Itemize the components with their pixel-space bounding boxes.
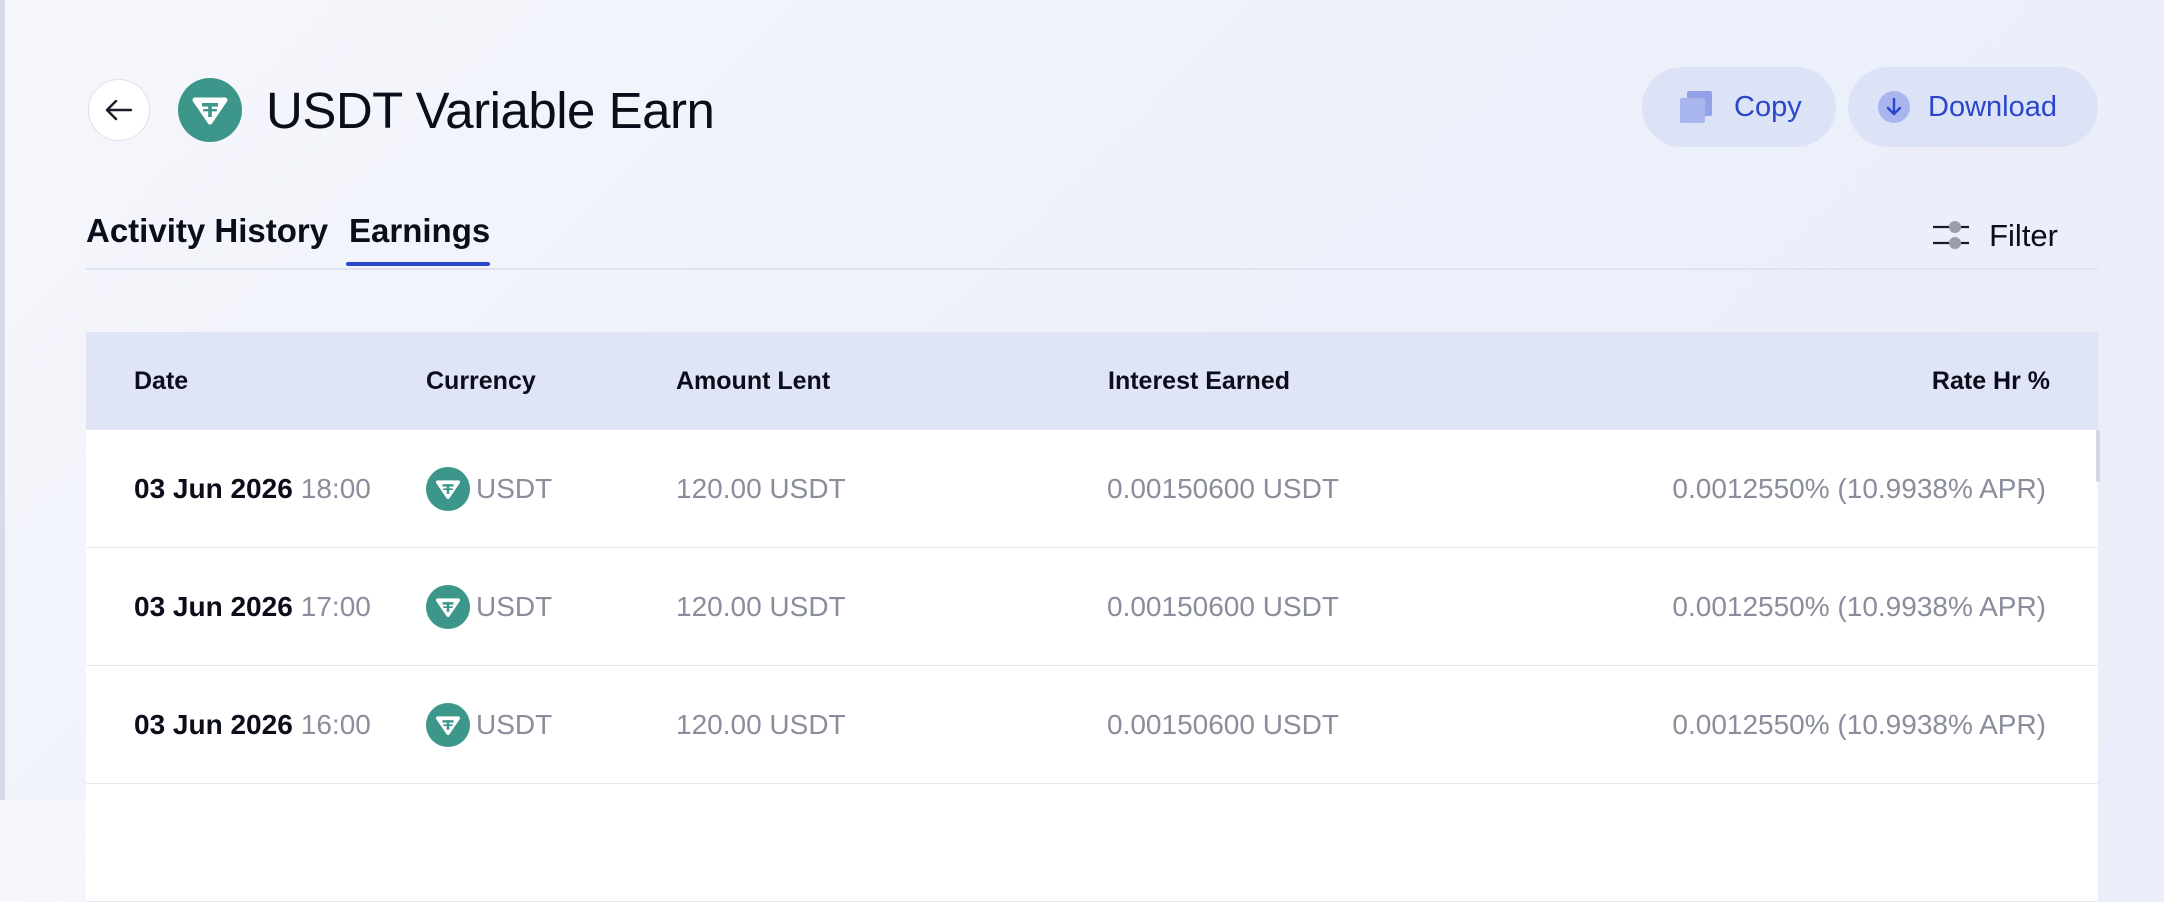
- table-row[interactable]: 03 Jun 2026 16:00 USDT 120.00 USDT 0.0015…: [86, 666, 2098, 784]
- page-header: USDT Variable Earn: [88, 76, 715, 144]
- copy-button[interactable]: Copy: [1642, 67, 1836, 147]
- interest-cell: 0.00150600 USDT: [1107, 590, 1339, 622]
- date-value: 03 Jun 2026: [134, 472, 293, 504]
- time-value: 18:00: [300, 472, 371, 504]
- interest-cell: 0.00150600 USDT: [1107, 472, 1339, 504]
- tab-bar: Activity History Earnings Filter: [86, 212, 2098, 270]
- interest-cell: 0.00150600 USDT: [1107, 708, 1339, 740]
- table-row[interactable]: 03 Jun 2026 17:00 USDT 120.00 USDT 0.0015…: [86, 548, 2098, 666]
- date-value: 03 Jun 2026: [134, 708, 293, 740]
- rate-cell: 0.0012550% (10.9938% APR): [1672, 472, 2046, 504]
- currency-value: USDT: [476, 590, 553, 622]
- copy-icon: [1680, 91, 1712, 123]
- tab-activity-history[interactable]: Activity History: [86, 212, 328, 250]
- date-cell: 03 Jun 2026 17:00: [134, 591, 371, 623]
- currency-cell: USDT: [426, 584, 553, 629]
- amount-cell: 120.00 USDT: [676, 708, 846, 740]
- filter-button[interactable]: Filter: [1931, 218, 2058, 254]
- page-title: USDT Variable Earn: [266, 81, 715, 139]
- date-value: 03 Jun 2026: [134, 590, 293, 622]
- sliders-icon: [1933, 221, 1970, 249]
- currency-cell: USDT: [426, 702, 553, 747]
- rate-cell: 0.0012550% (10.9938% APR): [1672, 708, 2046, 740]
- back-button[interactable]: [88, 79, 150, 141]
- amount-cell: 120.00 USDT: [676, 472, 846, 504]
- table-row[interactable]: 03 Jun 2026 18:00 USDT 120.00 USDT 0.0015…: [86, 430, 2098, 548]
- copy-label: Copy: [1734, 90, 1802, 123]
- currency-value: USDT: [476, 708, 553, 740]
- date-cell: 03 Jun 2026 16:00: [134, 709, 371, 741]
- header-interest-earned[interactable]: Interest Earned: [1108, 367, 1290, 396]
- currency-cell: USDT: [426, 466, 553, 511]
- earnings-table: Date Currency Amount Lent Interest Earne…: [86, 332, 2100, 902]
- time-value: 16:00: [300, 708, 371, 740]
- header-amount-lent[interactable]: Amount Lent: [676, 367, 830, 396]
- header-rate[interactable]: Rate Hr %: [1932, 367, 2050, 396]
- currency-value: USDT: [476, 472, 553, 504]
- header-currency[interactable]: Currency: [426, 367, 536, 396]
- tether-icon: [426, 466, 470, 511]
- time-value: 17:00: [300, 590, 371, 622]
- table-row[interactable]: [86, 784, 2098, 902]
- download-label: Download: [1928, 90, 2057, 123]
- table-header: Date Currency Amount Lent Interest Earne…: [86, 332, 2098, 430]
- tether-icon: [178, 78, 242, 142]
- download-icon: [1878, 91, 1910, 123]
- header-date[interactable]: Date: [134, 367, 188, 396]
- tether-icon: [426, 584, 470, 629]
- amount-cell: 120.00 USDT: [676, 590, 846, 622]
- window-left-border: [0, 0, 5, 800]
- filter-label: Filter: [1989, 218, 2058, 253]
- date-cell: 03 Jun 2026 18:00: [134, 473, 371, 505]
- tether-icon: [426, 702, 470, 747]
- rate-cell: 0.0012550% (10.9938% APR): [1672, 590, 2046, 622]
- table-scrollbar[interactable]: [2096, 430, 2100, 482]
- arrow-left-icon: [105, 99, 133, 121]
- header-actions: Copy Download: [1642, 67, 2098, 147]
- download-button[interactable]: Download: [1848, 67, 2098, 147]
- tab-earnings[interactable]: Earnings: [349, 212, 490, 250]
- active-tab-indicator: [346, 262, 490, 266]
